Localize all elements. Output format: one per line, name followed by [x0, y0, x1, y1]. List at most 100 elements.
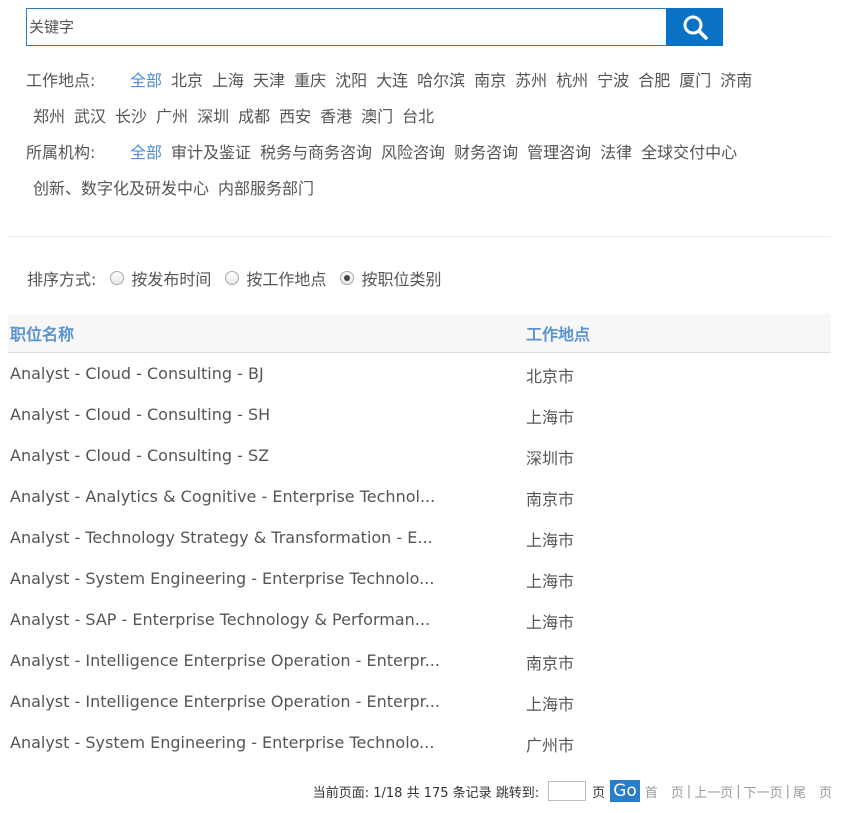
location-filter-option[interactable]: 澳门	[361, 99, 393, 135]
radio-icon	[340, 271, 355, 285]
table-row[interactable]: Analyst - SAP - Enterprise Technology & …	[8, 599, 831, 640]
table-row[interactable]: Analyst - Analytics & Cognitive - Enterp…	[8, 476, 831, 517]
search-icon	[683, 15, 708, 40]
page-info: 当前页面: 1/18 共 175 条记录 跳转到:	[312, 785, 540, 801]
search-input[interactable]	[26, 8, 666, 46]
location-filter-option[interactable]: 成都	[238, 99, 270, 135]
location-filter-option[interactable]: 厦门	[679, 63, 711, 99]
job-location: 广州市	[526, 736, 575, 755]
table-row[interactable]: Analyst - Technology Strategy & Transfor…	[8, 517, 831, 558]
org-filter-option[interactable]: 审计及鉴证	[171, 135, 251, 171]
location-filter-option[interactable]: 大连	[376, 63, 408, 99]
page-unit: 页	[592, 785, 606, 801]
location-filter-option[interactable]: 沈阳	[335, 63, 367, 99]
go-button[interactable]: Go	[610, 780, 640, 802]
first-page-link[interactable]: 首 页	[645, 782, 684, 801]
column-header-name: 职位名称	[10, 325, 75, 344]
job-title-link[interactable]: Analyst - Intelligence Enterprise Operat…	[8, 651, 526, 670]
location-filter-option[interactable]: 北京	[171, 63, 203, 99]
job-location: 南京市	[526, 490, 575, 509]
location-filter-option[interactable]: 济南	[720, 63, 752, 99]
job-location: 上海市	[526, 531, 575, 550]
location-filter-option[interactable]: 西安	[279, 99, 311, 135]
job-location: 上海市	[526, 695, 575, 714]
location-filter-option[interactable]: 哈尔滨	[417, 63, 465, 99]
location-filter-option[interactable]: 南京	[474, 63, 506, 99]
location-filter-option[interactable]: 武汉	[74, 99, 106, 135]
table-header: 职位名称 工作地点	[8, 314, 831, 353]
org-filter-option[interactable]: 风险咨询	[381, 135, 445, 171]
location-filter-option[interactable]: 台北	[402, 99, 434, 135]
job-title-link[interactable]: Analyst - Intelligence Enterprise Operat…	[8, 692, 526, 711]
pagination: 当前页面: 1/18 共 175 条记录 跳转到: 页 Go 首 页 | 上一页…	[313, 780, 832, 802]
sort-options: 排序方式: 按发布时间 按工作地点 按职位类别	[27, 266, 455, 290]
org-filter-option[interactable]: 财务咨询	[454, 135, 518, 171]
table-row[interactable]: Analyst - Cloud - Consulting - SZ 深圳市	[8, 435, 831, 476]
sort-radio[interactable]: 按工作地点	[225, 266, 326, 290]
location-filter-option[interactable]: 上海	[212, 63, 244, 99]
separator: |	[736, 783, 741, 799]
job-location: 上海市	[526, 613, 575, 632]
org-filter-option[interactable]: 法律	[600, 135, 632, 171]
separator: |	[686, 783, 692, 799]
location-filter-option[interactable]: 香港	[320, 99, 352, 135]
org-filter: 所属机构: 全部 审计及鉴证 税务与商务咨询 风险咨询 财务咨询 管理咨询 法律 全球交付中心 …	[26, 135, 836, 207]
job-title-link[interactable]: Analyst - System Engineering - Enterpris…	[8, 733, 526, 752]
job-location: 上海市	[526, 572, 575, 591]
org-filter-option[interactable]: 管理咨询	[527, 135, 591, 171]
location-filter-option[interactable]: 深圳	[197, 99, 229, 135]
sort-radio-label: 按发布时间	[131, 270, 212, 289]
sort-radio-label: 按职位类别	[361, 270, 442, 289]
job-title-link[interactable]: Analyst - Cloud - Consulting - SH	[8, 405, 526, 424]
location-filter-option[interactable]: 苏州	[515, 63, 547, 99]
job-location: 南京市	[526, 654, 575, 673]
sort-radio-label: 按工作地点	[246, 270, 327, 289]
location-filter-option[interactable]: 广州	[156, 99, 188, 135]
location-filter-option[interactable]: 杭州	[556, 63, 588, 99]
table-row[interactable]: Analyst - System Engineering - Enterpris…	[8, 558, 831, 599]
job-title-link[interactable]: Analyst - Cloud - Consulting - SZ	[8, 446, 526, 465]
location-filter-option[interactable]: 长沙	[115, 99, 147, 135]
search-bar	[26, 8, 723, 46]
job-title-link[interactable]: Analyst - Cloud - Consulting - BJ	[8, 364, 526, 383]
org-filter-option[interactable]: 全部	[130, 135, 162, 171]
location-filter-option[interactable]: 合肥	[638, 63, 670, 99]
prev-page-link[interactable]: 上一页	[694, 782, 733, 801]
table-row[interactable]: Analyst - Cloud - Consulting - SH 上海市	[8, 394, 831, 435]
table-row[interactable]: Analyst - Intelligence Enterprise Operat…	[8, 640, 831, 681]
location-filter-label: 工作地点:	[26, 71, 96, 90]
location-filter-option[interactable]: 重庆	[294, 63, 326, 99]
column-header-location: 工作地点	[526, 325, 591, 344]
search-button[interactable]	[666, 8, 723, 46]
job-title-link[interactable]: Analyst - SAP - Enterprise Technology & …	[8, 610, 526, 629]
job-title-link[interactable]: Analyst - System Engineering - Enterpris…	[8, 569, 526, 588]
radio-icon	[225, 271, 240, 285]
org-filter-option[interactable]: 创新、数字化及研发中心	[33, 171, 209, 207]
location-filter-option[interactable]: 全部	[130, 63, 162, 99]
table-row[interactable]: Analyst - Cloud - Consulting - BJ 北京市	[8, 353, 831, 394]
sort-radio[interactable]: 按发布时间	[110, 266, 211, 290]
location-filter-option[interactable]: 郑州	[33, 99, 65, 135]
location-filter-option[interactable]: 宁波	[597, 63, 629, 99]
job-title-link[interactable]: Analyst - Analytics & Cognitive - Enterp…	[8, 487, 526, 506]
job-title-link[interactable]: Analyst - Technology Strategy & Transfor…	[8, 528, 526, 547]
org-filter-label: 所属机构:	[26, 143, 96, 162]
radio-icon	[110, 271, 125, 285]
next-page-link[interactable]: 下一页	[744, 782, 783, 801]
job-location: 北京市	[526, 367, 575, 386]
last-page-link[interactable]: 尾 页	[793, 782, 832, 801]
job-location: 深圳市	[526, 449, 575, 468]
location-filter: 工作地点: 全部 北京 上海 天津 重庆 沈阳 大连 哈尔滨 南京 苏州 杭州 宁波 合肥 厦门 济南 郑州武…	[26, 63, 836, 135]
org-filter-option[interactable]: 内部服务部门	[218, 171, 314, 207]
page-jump-input[interactable]	[548, 781, 587, 801]
sort-label: 排序方式:	[27, 270, 97, 289]
table-row[interactable]: Analyst - System Engineering - Enterpris…	[8, 722, 831, 763]
org-filter-option[interactable]: 全球交付中心	[641, 135, 737, 171]
org-filter-option[interactable]: 税务与商务咨询	[260, 135, 372, 171]
sort-radio[interactable]: 按职位类别	[340, 266, 441, 290]
job-table: 职位名称 工作地点 Analyst - Cloud - Consulting -…	[8, 314, 831, 763]
job-location: 上海市	[526, 408, 575, 427]
location-filter-option[interactable]: 天津	[253, 63, 285, 99]
separator: |	[785, 783, 790, 799]
table-row[interactable]: Analyst - Intelligence Enterprise Operat…	[8, 681, 831, 722]
